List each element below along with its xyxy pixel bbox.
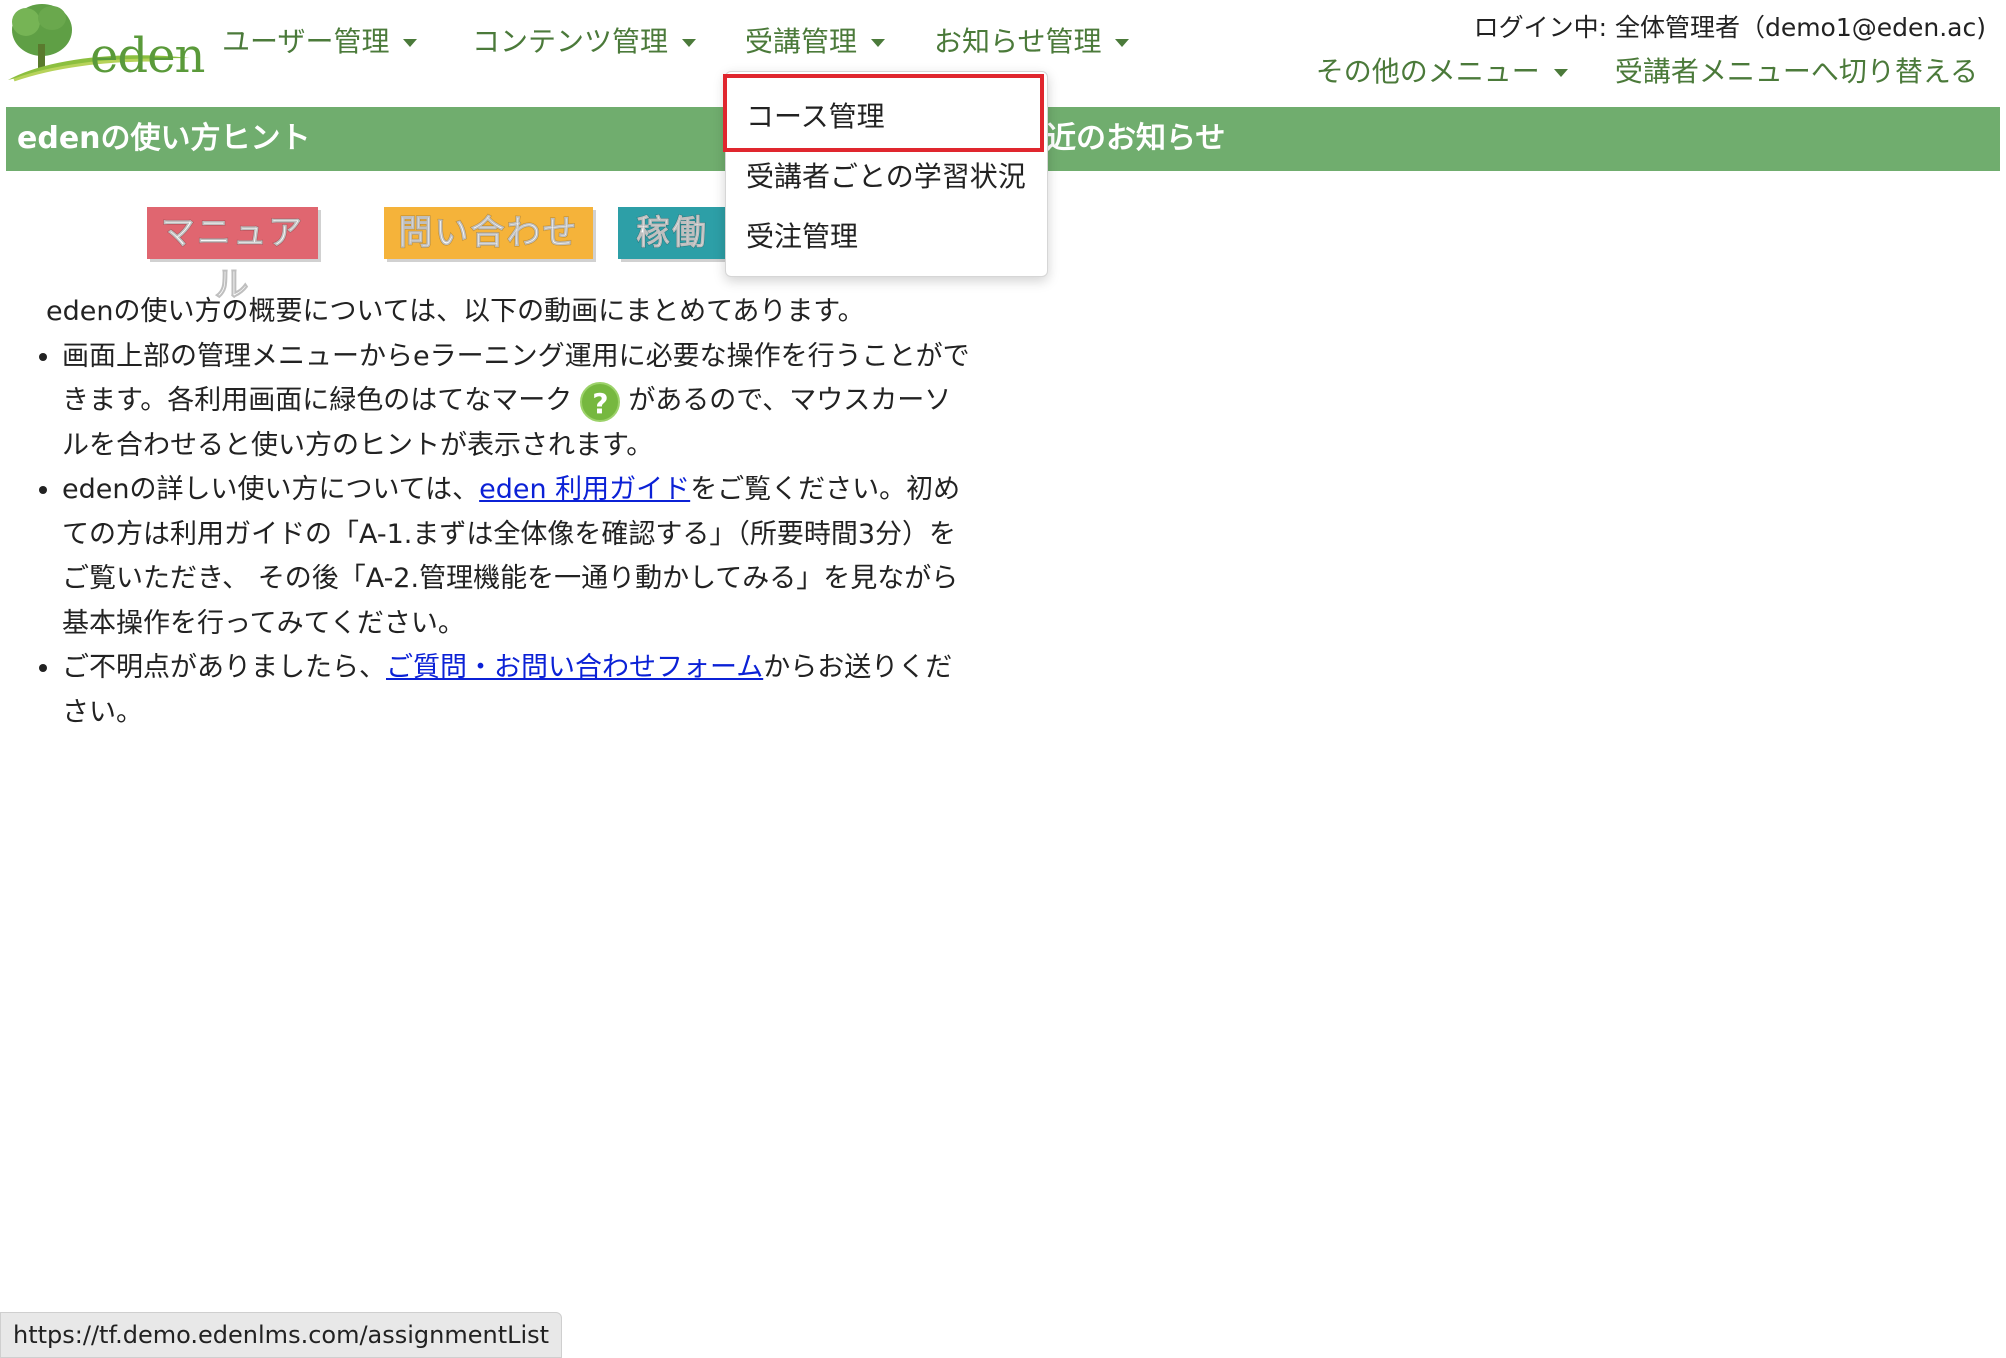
caret-down-icon <box>1115 39 1130 47</box>
intro-text: edenの使い方の概要については、以下の動画にまとめてあります。 <box>46 296 865 327</box>
list-item: 画面上部の管理メニューからeラーニング運用に必要な操作を行うことができます。各利… <box>62 335 976 469</box>
switch-to-learner-menu-link[interactable]: 受講者メニューへ切り替える <box>1615 50 1978 90</box>
nav-label: コンテンツ管理 <box>472 25 669 58</box>
nav-content-management[interactable]: コンテンツ管理 <box>472 20 697 60</box>
other-menu-dropdown[interactable]: その他のメニュー <box>1316 50 1568 90</box>
hint-list: 画面上部の管理メニューからeラーニング運用に必要な操作を行うことができます。各利… <box>46 335 976 736</box>
nav-course-attendance[interactable]: 受講管理 <box>745 20 886 60</box>
eden-logo[interactable]: eden <box>4 0 205 90</box>
nav-label: お知らせ管理 <box>934 25 1102 58</box>
logo-wordmark: eden <box>90 28 205 84</box>
nav-label: 受講管理 <box>745 25 858 58</box>
bullet-text: ご不明点がありましたら、 <box>62 652 386 683</box>
system-status-button[interactable]: 稼働状況 <box>618 207 738 259</box>
inquiry-form-link[interactable]: ご質問・お問い合わせフォーム <box>386 652 763 683</box>
manual-button[interactable]: マニュアル <box>147 207 318 306</box>
contact-button[interactable]: 問い合わせ <box>384 207 593 259</box>
eden-guide-link[interactable]: eden 利用ガイド <box>479 474 690 505</box>
course-attendance-dropdown: コース管理 受講者ごとの学習状況 受注管理 <box>725 71 1048 277</box>
login-info: ログイン中: 全体管理者（demo1@eden.ac) <box>1473 13 1986 42</box>
menu-item-learner-progress[interactable]: 受講者ごとの学習状況 <box>746 155 1026 195</box>
menu-item-course-management[interactable]: コース管理 <box>746 95 885 135</box>
help-question-icon: ? <box>580 381 621 422</box>
nav-user-management[interactable]: ユーザー管理 <box>222 20 418 60</box>
menu-item-order-management[interactable]: 受注管理 <box>746 215 858 255</box>
other-menu-label: その他のメニュー <box>1315 55 1540 88</box>
caret-down-icon <box>871 39 886 47</box>
hint-section-title: edenの使い方ヒント <box>17 121 311 156</box>
status-bar-url: https://tf.demo.edenlms.com/assignmentLi… <box>0 1312 563 1358</box>
news-section-title: 近のお知らせ <box>1046 121 1226 156</box>
caret-down-icon <box>1553 69 1568 77</box>
nav-news-management[interactable]: お知らせ管理 <box>934 20 1130 60</box>
bullet-text: edenの詳しい使い方については、 <box>62 474 480 505</box>
caret-down-icon <box>403 39 418 47</box>
hint-content: edenの使い方の概要については、以下の動画にまとめてあります。 画面上部の管理… <box>46 290 976 735</box>
caret-down-icon <box>682 39 697 47</box>
list-item: ご不明点がありましたら、ご質問・お問い合わせフォームからお送りください。 <box>62 646 976 735</box>
nav-label: ユーザー管理 <box>222 25 390 58</box>
secondary-nav: その他のメニュー 受講者メニューへ切り替える <box>1274 50 1978 90</box>
list-item: edenの詳しい使い方については、eden 利用ガイドをご覧ください。初めての方… <box>62 468 976 646</box>
